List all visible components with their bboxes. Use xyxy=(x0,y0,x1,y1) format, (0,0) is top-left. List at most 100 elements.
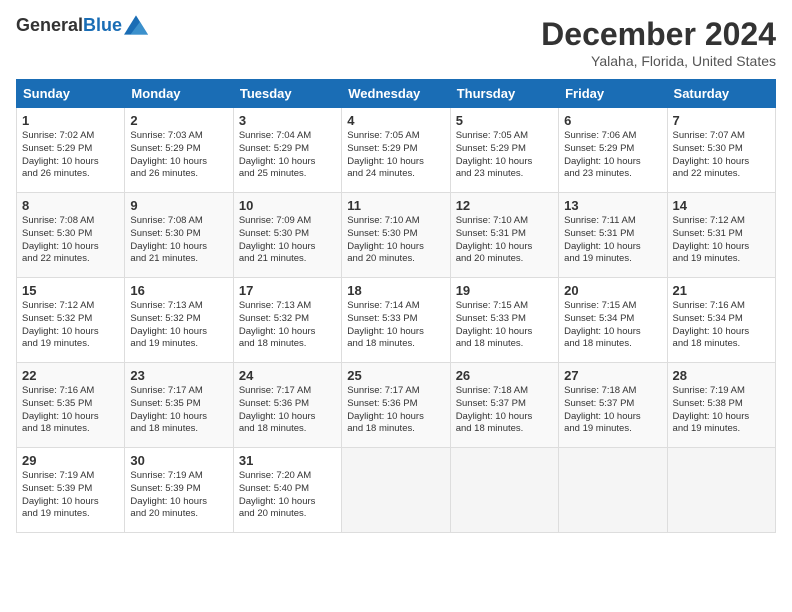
day-info: Sunrise: 7:07 AM Sunset: 5:30 PM Dayligh… xyxy=(673,130,770,181)
day-number: 21 xyxy=(673,283,770,298)
calendar-cell: 8Sunrise: 7:08 AM Sunset: 5:30 PM Daylig… xyxy=(17,193,125,278)
day-info: Sunrise: 7:12 AM Sunset: 5:31 PM Dayligh… xyxy=(673,215,770,266)
day-info: Sunrise: 7:17 AM Sunset: 5:36 PM Dayligh… xyxy=(239,385,336,436)
logo-icon xyxy=(124,15,148,35)
title-section: December 2024 Yalaha, Florida, United St… xyxy=(541,16,776,69)
day-info: Sunrise: 7:17 AM Sunset: 5:36 PM Dayligh… xyxy=(347,385,444,436)
day-number: 29 xyxy=(22,453,119,468)
calendar-cell: 29 Sunrise: 7:19 AM Sunset: 5:39 PM Dayli… xyxy=(17,448,125,533)
day-number: 27 xyxy=(564,368,661,383)
day-info: Sunrise: 7:15 AM Sunset: 5:33 PM Dayligh… xyxy=(456,300,553,351)
day-number: 13 xyxy=(564,198,661,213)
day-info: Sunrise: 7:08 AM Sunset: 5:30 PM Dayligh… xyxy=(22,215,119,266)
day-number: 9 xyxy=(130,198,227,213)
week-row-4: 22 Sunrise: 7:16 AM Sunset: 5:35 PM Dayli… xyxy=(17,363,776,448)
day-number: 23 xyxy=(130,368,227,383)
calendar-cell: 2 Sunrise: 7:03 AM Sunset: 5:29 PM Daylig… xyxy=(125,108,233,193)
day-number: 4 xyxy=(347,113,444,128)
calendar-cell: 1 Sunrise: 7:02 AM Sunset: 5:29 PM Daylig… xyxy=(17,108,125,193)
calendar-cell: 22 Sunrise: 7:16 AM Sunset: 5:35 PM Dayli… xyxy=(17,363,125,448)
header: GeneralBlue December 2024 Yalaha, Florid… xyxy=(16,16,776,69)
day-number: 15 xyxy=(22,283,119,298)
week-row-5: 29 Sunrise: 7:19 AM Sunset: 5:39 PM Dayli… xyxy=(17,448,776,533)
calendar-cell: 18 Sunrise: 7:14 AM Sunset: 5:33 PM Dayli… xyxy=(342,278,450,363)
weekday-header-saturday: Saturday xyxy=(667,80,775,108)
calendar-cell: 26Sunrise: 7:18 AM Sunset: 5:37 PM Dayli… xyxy=(450,363,558,448)
day-number: 1 xyxy=(22,113,119,128)
day-info: Sunrise: 7:14 AM Sunset: 5:33 PM Dayligh… xyxy=(347,300,444,351)
weekday-header-friday: Friday xyxy=(559,80,667,108)
week-row-2: 8Sunrise: 7:08 AM Sunset: 5:30 PM Daylig… xyxy=(17,193,776,278)
day-info: Sunrise: 7:08 AM Sunset: 5:30 PM Dayligh… xyxy=(130,215,227,266)
calendar-cell xyxy=(450,448,558,533)
day-number: 17 xyxy=(239,283,336,298)
day-info: Sunrise: 7:18 AM Sunset: 5:37 PM Dayligh… xyxy=(564,385,661,436)
day-info: Sunrise: 7:19 AM Sunset: 5:38 PM Dayligh… xyxy=(673,385,770,436)
day-info: Sunrise: 7:03 AM Sunset: 5:29 PM Dayligh… xyxy=(130,130,227,181)
calendar-cell: 7 Sunrise: 7:07 AM Sunset: 5:30 PM Daylig… xyxy=(667,108,775,193)
location-title: Yalaha, Florida, United States xyxy=(541,53,776,69)
calendar-cell: 25 Sunrise: 7:17 AM Sunset: 5:36 PM Dayli… xyxy=(342,363,450,448)
day-info: Sunrise: 7:12 AM Sunset: 5:32 PM Dayligh… xyxy=(22,300,119,351)
calendar-cell: 13 Sunrise: 7:11 AM Sunset: 5:31 PM Dayli… xyxy=(559,193,667,278)
day-number: 10 xyxy=(239,198,336,213)
day-number: 19 xyxy=(456,283,553,298)
weekday-header-row: SundayMondayTuesdayWednesdayThursdayFrid… xyxy=(17,80,776,108)
calendar-cell: 30Sunrise: 7:19 AM Sunset: 5:39 PM Dayli… xyxy=(125,448,233,533)
calendar-cell: 9 Sunrise: 7:08 AM Sunset: 5:30 PM Daylig… xyxy=(125,193,233,278)
day-info: Sunrise: 7:11 AM Sunset: 5:31 PM Dayligh… xyxy=(564,215,661,266)
calendar-cell xyxy=(667,448,775,533)
calendar-cell: 31Sunrise: 7:20 AM Sunset: 5:40 PM Dayli… xyxy=(233,448,341,533)
day-info: Sunrise: 7:02 AM Sunset: 5:29 PM Dayligh… xyxy=(22,130,119,181)
day-number: 5 xyxy=(456,113,553,128)
day-number: 3 xyxy=(239,113,336,128)
calendar-cell: 24 Sunrise: 7:17 AM Sunset: 5:36 PM Dayli… xyxy=(233,363,341,448)
calendar-cell: 28 Sunrise: 7:19 AM Sunset: 5:38 PM Dayli… xyxy=(667,363,775,448)
weekday-header-sunday: Sunday xyxy=(17,80,125,108)
day-info: Sunrise: 7:17 AM Sunset: 5:35 PM Dayligh… xyxy=(130,385,227,436)
day-number: 7 xyxy=(673,113,770,128)
calendar-cell: 20Sunrise: 7:15 AM Sunset: 5:34 PM Dayli… xyxy=(559,278,667,363)
day-number: 6 xyxy=(564,113,661,128)
day-number: 12 xyxy=(456,198,553,213)
week-row-1: 1 Sunrise: 7:02 AM Sunset: 5:29 PM Daylig… xyxy=(17,108,776,193)
calendar-cell xyxy=(342,448,450,533)
calendar-table: SundayMondayTuesdayWednesdayThursdayFrid… xyxy=(16,79,776,533)
calendar-cell: 17 Sunrise: 7:13 AM Sunset: 5:32 PM Dayli… xyxy=(233,278,341,363)
weekday-header-thursday: Thursday xyxy=(450,80,558,108)
day-number: 30 xyxy=(130,453,227,468)
day-info: Sunrise: 7:19 AM Sunset: 5:39 PM Dayligh… xyxy=(22,470,119,521)
day-info: Sunrise: 7:09 AM Sunset: 5:30 PM Dayligh… xyxy=(239,215,336,266)
calendar-cell: 16 Sunrise: 7:13 AM Sunset: 5:32 PM Dayli… xyxy=(125,278,233,363)
day-number: 14 xyxy=(673,198,770,213)
day-info: Sunrise: 7:16 AM Sunset: 5:34 PM Dayligh… xyxy=(673,300,770,351)
logo-text: GeneralBlue xyxy=(16,16,122,36)
month-title: December 2024 xyxy=(541,16,776,53)
day-number: 20 xyxy=(564,283,661,298)
calendar-cell: 10 Sunrise: 7:09 AM Sunset: 5:30 PM Dayli… xyxy=(233,193,341,278)
day-number: 22 xyxy=(22,368,119,383)
calendar-cell: 3 Sunrise: 7:04 AM Sunset: 5:29 PM Daylig… xyxy=(233,108,341,193)
day-info: Sunrise: 7:04 AM Sunset: 5:29 PM Dayligh… xyxy=(239,130,336,181)
day-number: 28 xyxy=(673,368,770,383)
day-number: 24 xyxy=(239,368,336,383)
calendar-cell: 15 Sunrise: 7:12 AM Sunset: 5:32 PM Dayli… xyxy=(17,278,125,363)
day-number: 2 xyxy=(130,113,227,128)
day-number: 26 xyxy=(456,368,553,383)
calendar-cell xyxy=(559,448,667,533)
day-info: Sunrise: 7:13 AM Sunset: 5:32 PM Dayligh… xyxy=(130,300,227,351)
logo: GeneralBlue xyxy=(16,16,148,36)
day-number: 31 xyxy=(239,453,336,468)
weekday-header-wednesday: Wednesday xyxy=(342,80,450,108)
day-number: 16 xyxy=(130,283,227,298)
weekday-header-tuesday: Tuesday xyxy=(233,80,341,108)
day-number: 18 xyxy=(347,283,444,298)
day-info: Sunrise: 7:05 AM Sunset: 5:29 PM Dayligh… xyxy=(456,130,553,181)
day-info: Sunrise: 7:16 AM Sunset: 5:35 PM Dayligh… xyxy=(22,385,119,436)
calendar-cell: 27 Sunrise: 7:18 AM Sunset: 5:37 PM Dayli… xyxy=(559,363,667,448)
day-info: Sunrise: 7:13 AM Sunset: 5:32 PM Dayligh… xyxy=(239,300,336,351)
calendar-cell: 23 Sunrise: 7:17 AM Sunset: 5:35 PM Dayli… xyxy=(125,363,233,448)
calendar-cell: 4Sunrise: 7:05 AM Sunset: 5:29 PM Daylig… xyxy=(342,108,450,193)
week-row-3: 15 Sunrise: 7:12 AM Sunset: 5:32 PM Dayli… xyxy=(17,278,776,363)
day-number: 25 xyxy=(347,368,444,383)
